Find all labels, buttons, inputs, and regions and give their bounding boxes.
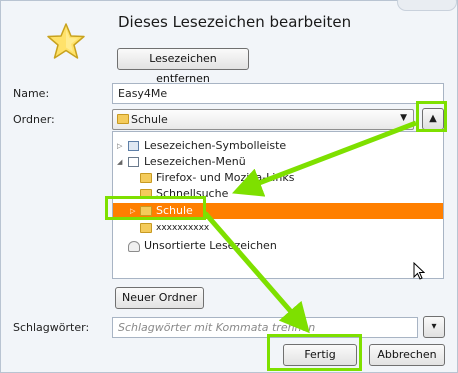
arrow-to-done: [203, 211, 310, 334]
mouse-cursor-icon: [413, 262, 425, 280]
arrow-to-schule: [231, 120, 417, 197]
annotation-arrows: [203, 120, 417, 334]
